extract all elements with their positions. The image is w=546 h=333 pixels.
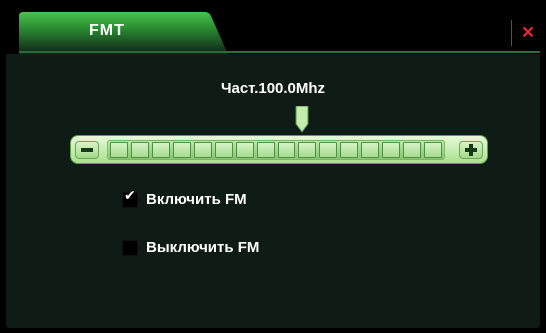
frequency-marker-handle[interactable] bbox=[295, 105, 309, 134]
tab-label: FMT bbox=[89, 22, 125, 39]
enable-fm-label: Включить FM bbox=[146, 191, 247, 208]
track-segment bbox=[172, 142, 191, 158]
minus-icon bbox=[81, 148, 93, 152]
track-segment bbox=[298, 142, 317, 158]
track-segment bbox=[235, 142, 254, 158]
track-segment bbox=[403, 142, 422, 158]
close-icon[interactable]: × bbox=[516, 20, 540, 46]
frequency-track[interactable] bbox=[107, 140, 445, 160]
tab-fmt[interactable]: FMT bbox=[19, 12, 229, 56]
plus-icon-vertical bbox=[469, 144, 473, 156]
track-segment bbox=[319, 142, 338, 158]
track-segment bbox=[277, 142, 296, 158]
decrease-frequency-button[interactable] bbox=[75, 141, 99, 159]
top-bar: FMT × bbox=[6, 6, 540, 56]
track-segment bbox=[382, 142, 401, 158]
frequency-slider bbox=[70, 135, 488, 164]
track-segment bbox=[110, 142, 128, 158]
track-segment bbox=[256, 142, 275, 158]
frequency-label: Част.100.0Mhz bbox=[220, 80, 326, 97]
disable-fm-label: Выключить FM bbox=[146, 239, 260, 256]
track-segment bbox=[151, 142, 170, 158]
fm-transmitter-screen: FMT × Част.100.0Mhz ✔ Включить FM Выключ… bbox=[6, 6, 540, 328]
track-segment bbox=[193, 142, 212, 158]
track-segment bbox=[214, 142, 233, 158]
track-segment bbox=[130, 142, 149, 158]
disable-fm-checkbox[interactable] bbox=[122, 240, 138, 256]
track-segment bbox=[424, 142, 442, 158]
tab-underline bbox=[19, 51, 540, 53]
check-icon: ✔ bbox=[124, 187, 136, 203]
increase-frequency-button[interactable] bbox=[459, 141, 483, 159]
close-separator bbox=[511, 20, 512, 46]
marker-icon bbox=[295, 105, 309, 133]
track-segment bbox=[361, 142, 380, 158]
track-segment bbox=[340, 142, 359, 158]
